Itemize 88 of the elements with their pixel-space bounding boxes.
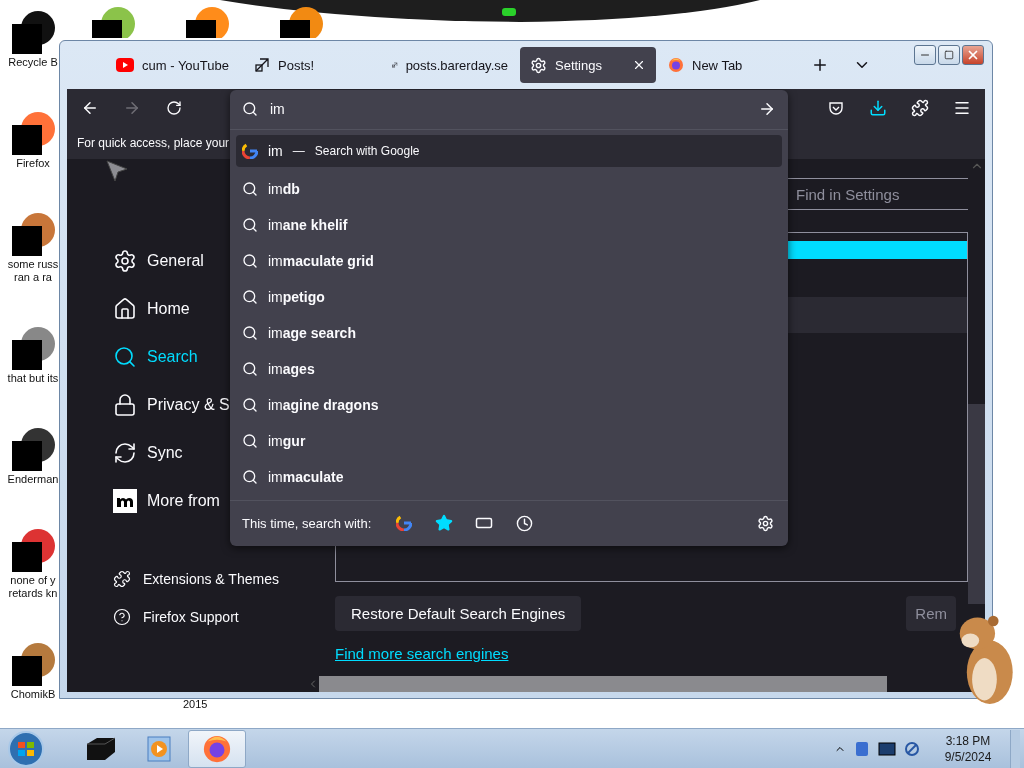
close-icon[interactable] <box>632 58 646 72</box>
close-button[interactable] <box>962 45 984 65</box>
restore-defaults-button[interactable]: Restore Default Search Engines <box>335 596 582 631</box>
search-icon <box>242 432 258 449</box>
desktop-icon-label: Recycle B <box>7 56 59 69</box>
sidebar-item[interactable]: More from <box>113 477 220 525</box>
tray-app-icon[interactable] <box>854 740 870 757</box>
desktop-icon-label: ChomikB <box>9 688 57 701</box>
suggestion-row[interactable]: immaculate <box>236 458 782 495</box>
bookmarks-hint: For quick access, place your <box>77 135 230 150</box>
desktop-icon-label: 2015 <box>183 698 208 710</box>
help-icon <box>113 608 131 626</box>
suggestion-row[interactable]: immaculate grid <box>236 242 782 279</box>
sidebar-item[interactable]: Home <box>113 285 190 333</box>
google-icon <box>396 515 413 532</box>
clock-icon <box>515 514 533 532</box>
lock-icon <box>113 393 137 417</box>
suggestion-row[interactable]: images <box>236 350 782 387</box>
suggestion-row[interactable]: imgur <box>236 422 782 459</box>
maximize-icon <box>944 50 954 60</box>
search-icon <box>242 180 258 197</box>
puzzle-icon <box>113 570 131 588</box>
google-icon <box>242 142 258 159</box>
desktop-icon-label: that but its <box>6 372 60 385</box>
redacted-app-icon[interactable] <box>10 109 56 155</box>
redacted-app-icon[interactable] <box>10 210 56 256</box>
find-more-engines-link[interactable]: Find more search engines <box>335 645 509 662</box>
search-icon <box>242 101 258 118</box>
search-icon <box>242 468 258 485</box>
redacted-app-icon[interactable] <box>10 324 56 370</box>
start-button[interactable] <box>6 729 46 768</box>
search-icon <box>242 252 258 269</box>
sidebar-link[interactable]: Firefox Support <box>113 598 323 636</box>
pocket-icon <box>828 99 844 116</box>
home-icon <box>113 297 137 321</box>
desktop-icon-label: none of y retards kn <box>7 574 59 600</box>
browser-tab[interactable]: posts.barerday.se <box>382 47 518 83</box>
desktop-icon-label: Firefox <box>15 157 51 170</box>
sidebar-item[interactable]: Search <box>113 333 198 381</box>
clock-time[interactable]: 3:18 PM <box>945 732 991 749</box>
search-icon <box>113 345 137 369</box>
sidebar-item[interactable]: General <box>113 237 204 285</box>
clock-date[interactable]: 9/5/2024 <box>944 748 992 765</box>
network-icon[interactable] <box>904 740 920 757</box>
browser-tab[interactable]: Posts! <box>244 47 380 83</box>
cube-icon <box>85 735 117 762</box>
redacted-app-icon[interactable] <box>10 8 56 54</box>
suggestion-row[interactable]: im — Search with Google <box>236 134 782 167</box>
search-with-label: This time, search with: <box>242 515 372 531</box>
plus-icon <box>811 56 829 74</box>
search-icon <box>242 360 258 377</box>
search-icon <box>242 216 258 233</box>
redacted-app-icon[interactable] <box>10 425 56 471</box>
firefox-icon <box>668 57 684 73</box>
mozilla-logo-icon <box>113 489 137 513</box>
browser-tab[interactable]: New Tab <box>658 47 794 83</box>
monitor-icon[interactable] <box>878 741 896 756</box>
sync-icon <box>113 441 137 465</box>
star-icon <box>435 514 454 533</box>
remove-button[interactable]: Rem <box>906 596 956 631</box>
settings-icon <box>113 249 137 273</box>
minimize-button[interactable] <box>914 45 936 65</box>
search-icon <box>242 288 258 305</box>
settings-icon <box>756 514 774 532</box>
settings-icon <box>530 56 547 74</box>
reload-icon <box>166 99 182 116</box>
media-player-icon <box>147 735 171 762</box>
suggestion-row[interactable]: impetigo <box>236 278 782 315</box>
puzzle-icon <box>911 98 929 117</box>
browser-tab[interactable]: Settings <box>520 47 656 83</box>
redacted-app-icon[interactable] <box>10 526 56 572</box>
video-play-icon <box>116 58 134 72</box>
suggestion-row[interactable]: image search <box>236 314 782 351</box>
search-icon <box>242 324 258 341</box>
sidebar-item[interactable]: Privacy & S <box>113 381 230 429</box>
firefox-icon <box>202 733 232 764</box>
shortcut-icon <box>254 57 270 73</box>
sidebar-link[interactable]: Extensions & Themes <box>113 560 323 598</box>
suggestion-row[interactable]: imagine dragons <box>236 386 782 423</box>
maximize-button[interactable] <box>938 45 960 65</box>
desktop-icon-label: Enderman <box>6 473 60 486</box>
search-icon <box>242 396 258 413</box>
desktop-icon-label: some russ ran a ra <box>6 258 60 284</box>
browser-tab[interactable]: cum - YouTube <box>106 47 242 83</box>
download-icon <box>869 98 887 117</box>
close-icon <box>966 48 980 62</box>
redacted-app-icon[interactable] <box>10 640 56 686</box>
sidebar-item[interactable]: Sync <box>113 429 183 477</box>
